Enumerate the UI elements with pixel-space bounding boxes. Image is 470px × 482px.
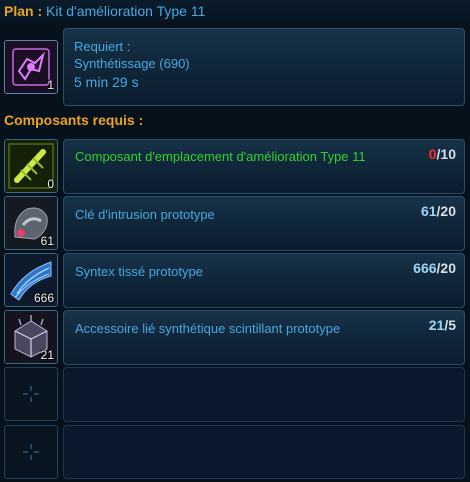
component-1-qty: 0/10: [429, 146, 456, 162]
component-slot-2[interactable]: 61: [4, 196, 58, 250]
component-1-name: Composant d'emplacement d'amélioration T…: [75, 149, 366, 164]
component-slot-4[interactable]: 21: [4, 310, 58, 364]
craft-time: 5 min 29 s: [74, 74, 139, 90]
plan-name: Kit d'amélioration Type 11: [46, 3, 206, 19]
schematic-count: 1: [47, 78, 54, 92]
empty-component-slot-5: [4, 367, 58, 421]
component-panel-4: Accessoire lié synthétique scintillant p…: [63, 310, 465, 365]
component-1-have: 0: [428, 146, 437, 162]
component-slot-1[interactable]: 0: [4, 139, 58, 193]
component-4-count: 21: [40, 348, 54, 362]
component-3-need: /20: [436, 260, 456, 276]
component-1-count: 0: [47, 177, 54, 191]
empty-component-panel-5: [63, 367, 465, 422]
components-title: Composants requis :: [4, 112, 144, 128]
schematic-slot[interactable]: 1: [4, 40, 58, 94]
component-4-have: 21: [428, 317, 445, 333]
component-2-qty: 61/20: [421, 203, 456, 219]
component-3-have: 666: [413, 260, 437, 276]
component-2-need: /20: [436, 203, 456, 219]
component-panel-3: Syntex tissé prototype 666/20: [63, 253, 465, 308]
schematic-panel: Requiert : Synthétissage (690) 5 min 29 …: [63, 28, 465, 106]
requires-label: Requiert :: [74, 39, 131, 54]
component-3-name: Syntex tissé prototype: [75, 264, 203, 279]
component-2-name: Clé d'intrusion prototype: [75, 207, 215, 222]
component-slot-3[interactable]: 666: [4, 253, 58, 307]
plan-label: Plan :: [4, 3, 43, 19]
empty-slot-crosshair-icon: [23, 386, 39, 402]
empty-component-slot-6: [4, 425, 58, 479]
component-2-count: 61: [40, 234, 54, 248]
component-3-count: 666: [33, 291, 54, 305]
component-4-name: Accessoire lié synthétique scintillant p…: [75, 321, 341, 336]
component-panel-1: Composant d'emplacement d'amélioration T…: [63, 139, 465, 194]
component-4-qty: 21/5: [429, 317, 456, 333]
plan-header: Plan : Kit d'amélioration Type 11: [0, 0, 470, 26]
component-3-qty: 666/20: [413, 260, 456, 276]
component-1-need: /10: [436, 146, 456, 162]
component-4-need: /5: [444, 317, 456, 333]
empty-component-panel-6: [63, 425, 465, 479]
required-skill: Synthétissage (690): [74, 56, 190, 71]
component-panel-2: Clé d'intrusion prototype 61/20: [63, 196, 465, 251]
empty-slot-crosshair-icon: [23, 444, 39, 460]
component-2-have: 61: [420, 203, 437, 219]
